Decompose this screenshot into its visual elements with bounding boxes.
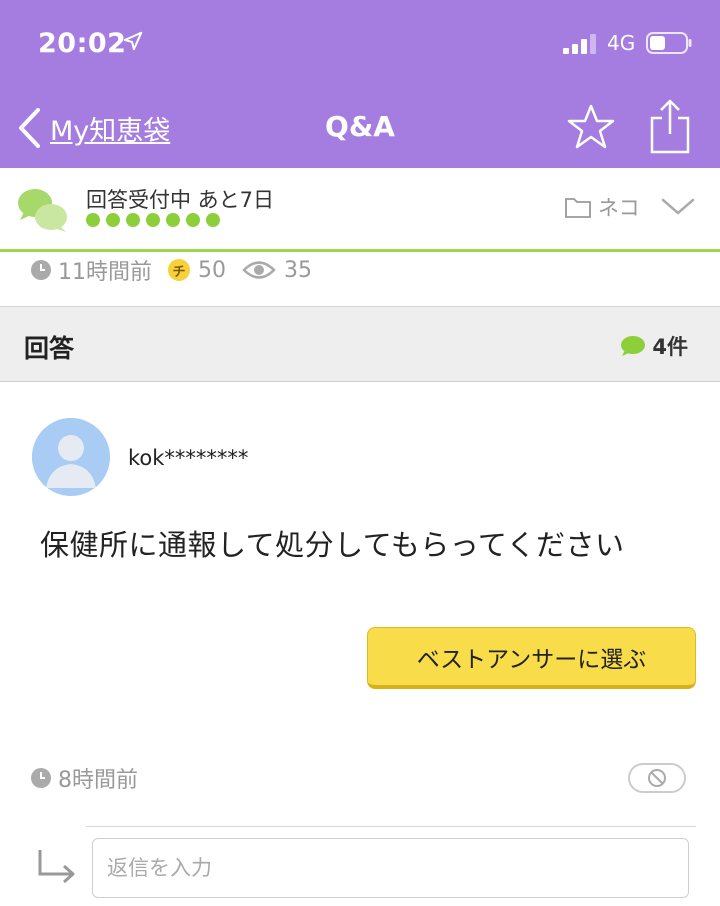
eye-icon — [242, 261, 276, 279]
share-icon[interactable] — [648, 98, 692, 154]
clock-icon — [31, 768, 51, 788]
chevron-down-icon[interactable] — [660, 196, 696, 218]
reply-input[interactable] — [92, 838, 689, 898]
answer-timestamp: 8時間前 — [30, 762, 138, 794]
posted-time: 11時間前 — [58, 260, 152, 285]
progress-dot — [186, 213, 200, 227]
view-count: 35 — [284, 257, 312, 283]
divider — [86, 826, 696, 827]
top-bar: 20:02 4G My知恵袋 Q&A — [0, 0, 720, 168]
progress-dot — [106, 213, 120, 227]
answer-count-label: 4件 — [652, 335, 688, 359]
avatar[interactable] — [32, 418, 110, 496]
category-label[interactable]: ネコ — [598, 192, 640, 222]
answer-posted-time: 8時間前 — [58, 768, 138, 793]
progress-dots — [86, 213, 220, 227]
folder-icon — [565, 198, 591, 218]
status-bar: 20:02 4G — [0, 0, 720, 90]
default-user-icon — [32, 418, 110, 496]
best-answer-button[interactable]: ベストアンサーに選ぶ — [367, 627, 696, 689]
signal-strength-icon — [563, 34, 596, 54]
chat-bubble-icon — [621, 336, 646, 356]
chat-bubbles-icon — [18, 189, 67, 232]
answer-body: 保健所に通報して処分してもらってください — [40, 528, 625, 562]
progress-dot — [86, 213, 100, 227]
progress-dot — [126, 213, 140, 227]
answer-username[interactable]: kok******** — [128, 446, 248, 470]
progress-dot — [166, 213, 180, 227]
report-button[interactable] — [628, 763, 686, 793]
answers-title: 回答 — [24, 334, 75, 363]
reply-arrow-icon — [38, 850, 75, 884]
question-stats: 11時間前 チ 50 35 — [30, 254, 312, 286]
answers-section-header: 回答 4件 — [0, 306, 720, 382]
network-type: 4G — [607, 31, 636, 55]
progress-dot — [206, 213, 220, 227]
battery-icon — [646, 32, 692, 54]
clock-icon — [31, 260, 51, 280]
progress-dot — [146, 213, 160, 227]
answer-status-text: 回答受付中 あと7日 — [86, 188, 275, 212]
prohibited-icon — [648, 769, 666, 787]
question-status-bar: 回答受付中 あと7日 ネコ — [0, 168, 720, 252]
status-time: 20:02 — [38, 28, 127, 59]
star-bookmark-icon[interactable] — [566, 102, 616, 152]
navigation-bar: My知恵袋 Q&A — [0, 90, 720, 168]
coin-icon: チ — [168, 259, 190, 281]
answer-count: 4件 — [620, 331, 688, 361]
location-arrow-icon — [123, 31, 143, 51]
coin-reward: 50 — [198, 257, 226, 283]
